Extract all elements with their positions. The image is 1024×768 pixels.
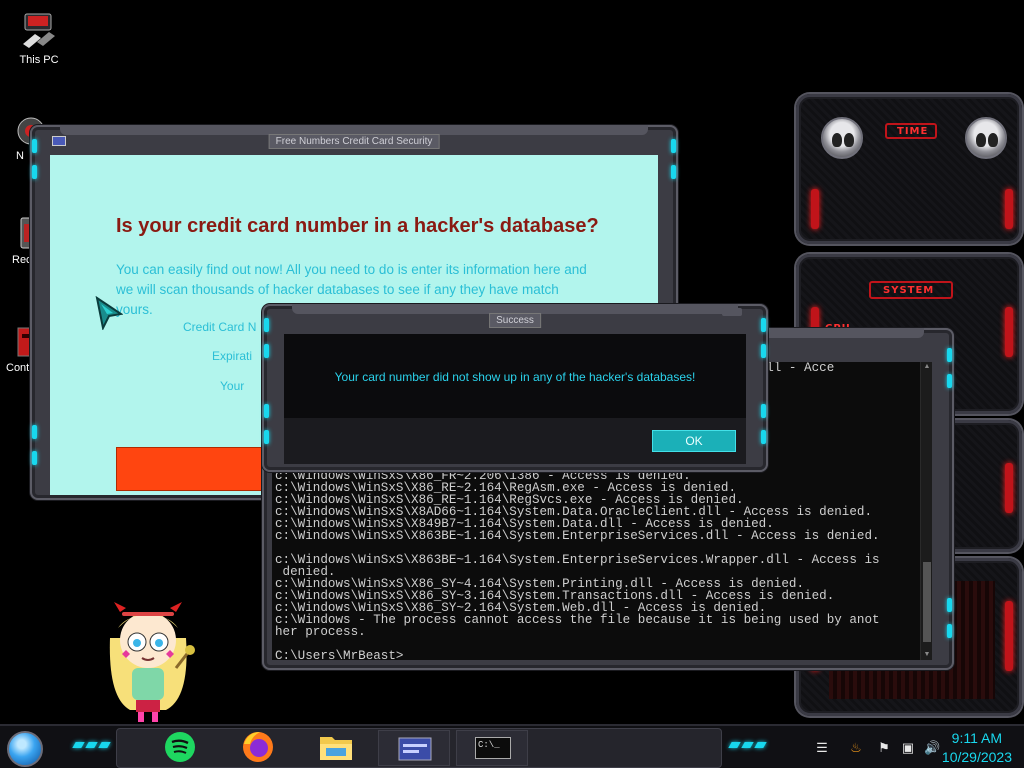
volume-icon[interactable]: 🔊: [924, 740, 940, 756]
folder-icon: [320, 737, 352, 760]
taskbar-app-spotify[interactable]: [160, 728, 200, 766]
submit-button[interactable]: [116, 447, 266, 491]
scroll-up-icon[interactable]: ▲: [921, 362, 932, 372]
alien-head-icon: [821, 117, 863, 159]
cartoon-character-icon: [109, 602, 195, 722]
flag-icon[interactable]: ⚑: [876, 740, 892, 756]
time-widget: TIME: [796, 94, 1022, 244]
show-hidden-icons-icon[interactable]: ☰: [814, 740, 830, 756]
computer-icon: [19, 10, 59, 50]
taskbar-app-command-prompt[interactable]: C:\_: [456, 730, 528, 766]
dialog-content: Your card number did not show up in any …: [284, 334, 746, 464]
taskbar-app-credit-card[interactable]: [378, 730, 450, 766]
cmd-icon-label: C:\_: [478, 740, 500, 750]
spotify-icon: [165, 732, 195, 762]
headline: Is your credit card number in a hacker's…: [116, 215, 599, 237]
console-scrollbar[interactable]: ▲ ▼: [920, 362, 932, 660]
system-tray: ☰ ♨ ⚑ ▣ 🔊 9:11 AM 10/29/2023: [784, 726, 1024, 768]
desktop-icon-label: This PC: [19, 54, 59, 66]
firefox-icon: [243, 732, 273, 762]
console-line: c:\Windows\WinSxS\X863BE~1.164\System.En…: [275, 529, 880, 543]
window-app-icon: [398, 737, 432, 761]
your-field-label: Your: [220, 379, 245, 393]
dialog-title: Success: [489, 313, 541, 328]
window-title: Free Numbers Credit Card Security: [268, 134, 440, 149]
console-line: her process.: [275, 625, 366, 639]
taskbar-app-file-explorer[interactable]: [316, 728, 356, 766]
taskbar: C:\_ ☰ ♨ ⚑ ▣ 🔊 9:11 AM 10/29/2023: [0, 724, 1024, 768]
dialog-footer: OK: [284, 418, 746, 464]
start-button[interactable]: [7, 731, 43, 767]
ok-button[interactable]: OK: [652, 430, 736, 452]
card-number-label: Credit Card N: [183, 320, 257, 334]
network-status-icon[interactable]: ▣: [900, 740, 916, 756]
cmd-icon: C:\_: [475, 737, 511, 759]
alien-head-icon: [965, 117, 1007, 159]
desktop-icon-this-pc[interactable]: This PC: [9, 10, 69, 66]
clock-date[interactable]: 10/29/2023: [942, 749, 1012, 765]
scroll-down-icon[interactable]: ▼: [921, 650, 932, 660]
java-icon[interactable]: ♨: [848, 740, 864, 756]
scrollbar-thumb[interactable]: [923, 562, 931, 642]
success-dialog: Success Your card number did not show up…: [262, 304, 768, 472]
console-line: C:\Users\MrBeast>: [275, 649, 404, 660]
close-icon[interactable]: [722, 308, 742, 316]
dialog-message: Your card number did not show up in any …: [334, 370, 696, 384]
app-icon: [52, 136, 66, 146]
mouse-cursor-icon: [95, 296, 123, 330]
console-line: c:\Windows\WinSxS\X863BE~1.164\System.En…: [275, 553, 880, 567]
expiration-label: Expirati: [212, 349, 253, 363]
system-widget-label: SYSTEM: [883, 285, 935, 296]
taskbar-app-firefox[interactable]: [238, 728, 278, 766]
time-widget-label: TIME: [897, 126, 929, 137]
clock-time[interactable]: 9:11 AM: [952, 730, 1002, 746]
